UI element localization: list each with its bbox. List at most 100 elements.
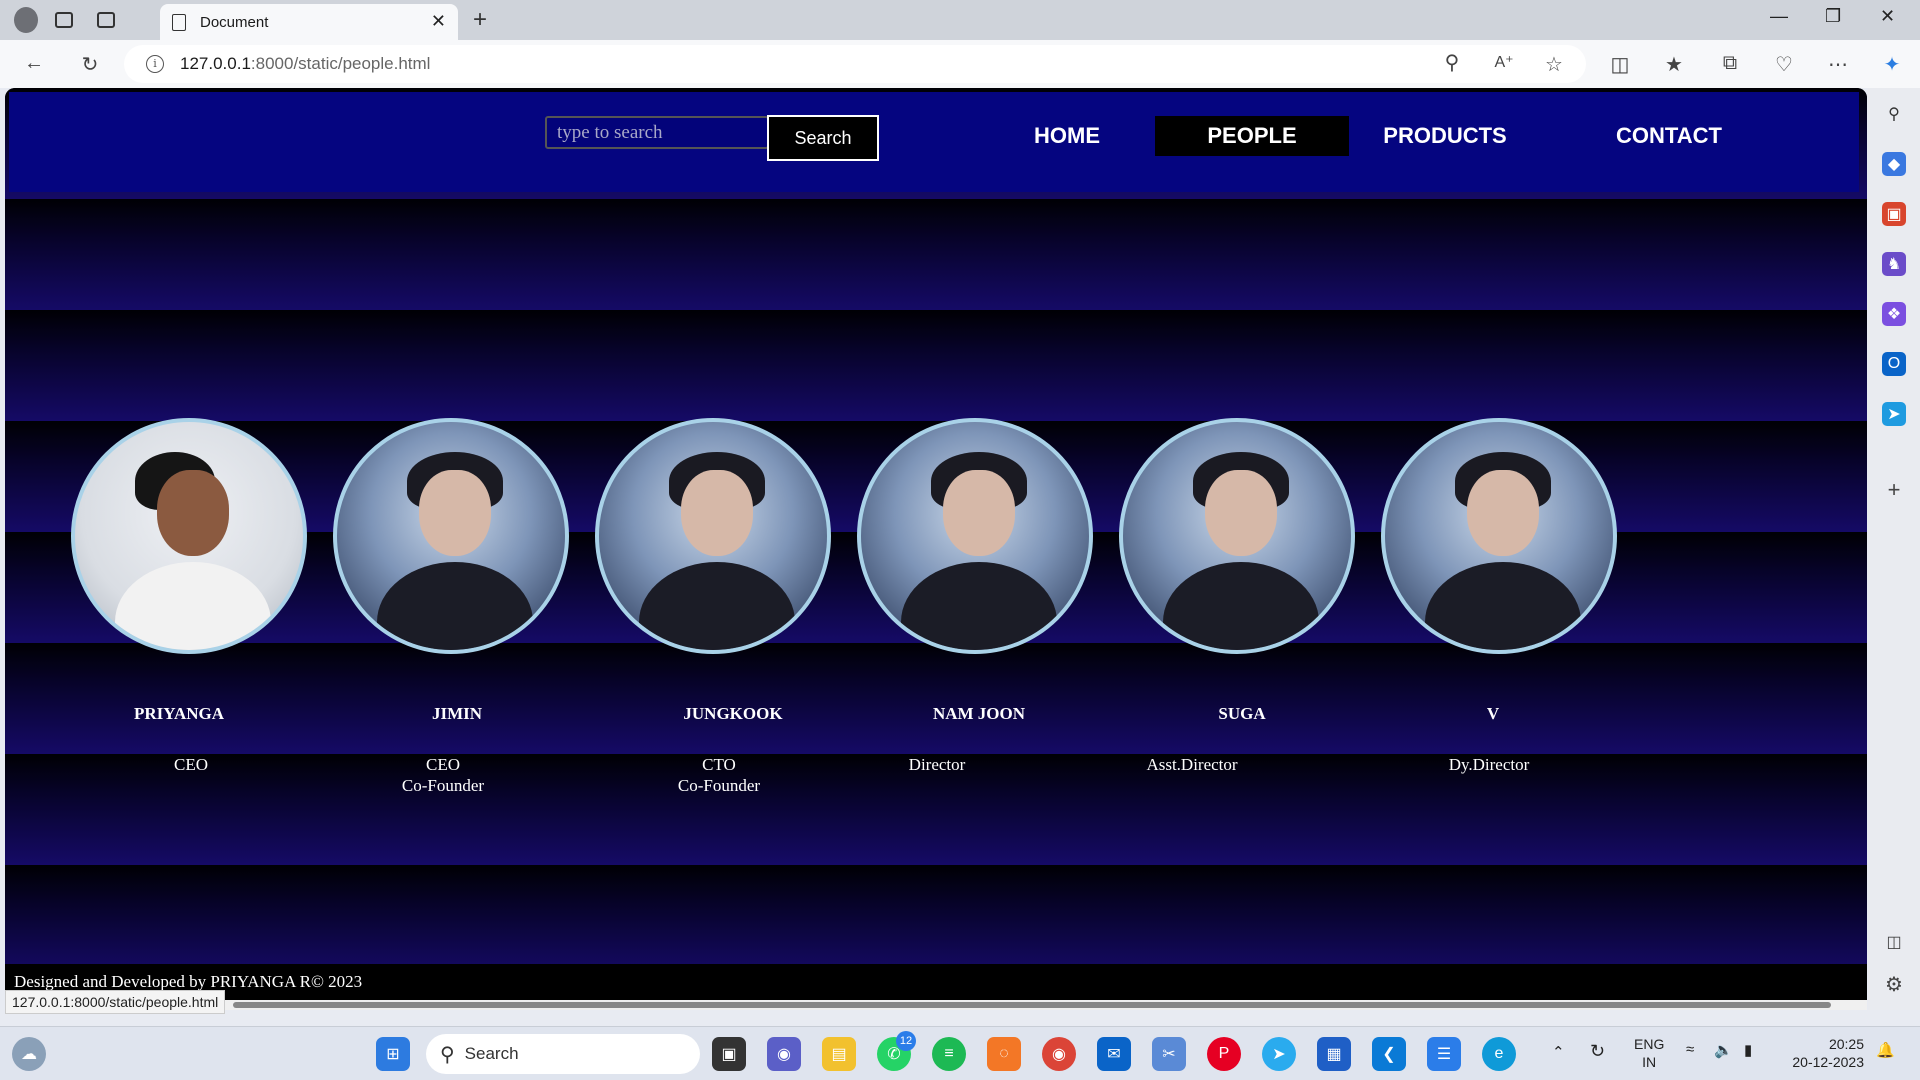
clock[interactable]: 20:25 20-12-2023 xyxy=(1784,1035,1864,1071)
person-card: JUNGKOOK CTO Co-Founder xyxy=(595,418,831,795)
close-window-icon[interactable]: ✕ xyxy=(1880,6,1895,27)
battery-icon[interactable]: ▮ xyxy=(1744,1041,1752,1059)
browser-sidebar: ⚲ ◆ ▣ ♞ ❖ O ➤ + ◫ ⚙ xyxy=(1868,88,1920,1010)
browser-tab[interactable]: Document ✕ xyxy=(160,4,458,40)
person-role: Director xyxy=(908,755,966,774)
person-role: CEO Co-Founder xyxy=(401,755,485,795)
status-url: 127.0.0.1:8000/static/people.html xyxy=(5,990,226,1014)
nav-people[interactable]: PEOPLE xyxy=(1155,116,1349,156)
address-toolbar: ← ↻ i 127.0.0.1 :8000/static/people.html… xyxy=(0,40,1920,88)
outlook-icon[interactable]: O xyxy=(1882,352,1906,376)
mail-icon[interactable]: ✉ xyxy=(1097,1037,1131,1071)
favorite-star-icon[interactable]: ☆ xyxy=(1542,52,1566,77)
tab-title: Document xyxy=(200,13,269,31)
edge-icon[interactable]: e xyxy=(1482,1037,1516,1071)
tools-icon[interactable]: ▣ xyxy=(1882,202,1906,226)
lang-bottom: IN xyxy=(1642,1054,1657,1070)
refresh-icon[interactable]: ↻ xyxy=(78,52,102,77)
person-role: CEO xyxy=(174,755,208,774)
person-photo xyxy=(1381,418,1617,654)
person-name: JUNGKOOK xyxy=(683,704,783,723)
minimize-icon[interactable]: — xyxy=(1770,6,1788,27)
store-icon[interactable]: ▦ xyxy=(1317,1037,1351,1071)
read-aloud-icon[interactable]: A⁺ xyxy=(1492,52,1516,72)
site-header: Search HOME PEOPLE PRODUCTS CONTACT xyxy=(9,92,1859,192)
search-icon[interactable]: ⚲ xyxy=(1882,102,1906,126)
person-role: CTO Co-Founder xyxy=(677,755,761,795)
page-background: Search HOME PEOPLE PRODUCTS CONTACT PRIY… xyxy=(5,88,1867,1010)
windows-taskbar: ☁ ⊞ ⚲ Search ▣ ◉ ▤ ✆ 12 ≡ ◌ ◉ ✉ ✂ P ➤ ▦ … xyxy=(0,1026,1920,1080)
new-tab-button[interactable]: + xyxy=(468,6,492,33)
workspaces-icon[interactable] xyxy=(52,8,76,32)
chrome-icon[interactable]: ◉ xyxy=(1042,1037,1076,1071)
games-icon[interactable]: ♞ xyxy=(1882,252,1906,276)
wifi-icon[interactable]: ≈ xyxy=(1686,1041,1694,1058)
person-card: V Dy.Director xyxy=(1381,418,1617,774)
person-card: PRIYANGA CEO xyxy=(71,418,307,774)
person-photo xyxy=(857,418,1093,654)
footer-text: Designed and Developed by PRIYANGA R© 20… xyxy=(14,972,363,991)
sync-icon[interactable]: ↻ xyxy=(1590,1041,1605,1062)
file-explorer-icon[interactable]: ▤ xyxy=(822,1037,856,1071)
restore-icon[interactable]: ❐ xyxy=(1825,6,1841,27)
page-viewport: Search HOME PEOPLE PRODUCTS CONTACT PRIY… xyxy=(5,88,1867,1010)
collections-icon[interactable]: ⧉ xyxy=(1718,52,1742,75)
hide-sidebar-icon[interactable]: ◫ xyxy=(1882,930,1906,954)
address-bar[interactable]: i 127.0.0.1 :8000/static/people.html xyxy=(124,45,1586,83)
notepad-icon[interactable]: ☰ xyxy=(1427,1037,1461,1071)
vscode-icon[interactable]: ❮ xyxy=(1372,1037,1406,1071)
clock-time: 20:25 xyxy=(1828,1036,1864,1052)
person-card: JIMIN CEO Co-Founder xyxy=(333,418,569,795)
microsoft365-icon[interactable]: ❖ xyxy=(1882,302,1906,326)
search-input[interactable] xyxy=(545,116,769,149)
person-photo xyxy=(1119,418,1355,654)
task-view-icon[interactable]: ▣ xyxy=(712,1037,746,1071)
person-name: SUGA xyxy=(1218,704,1266,723)
back-icon[interactable]: ← xyxy=(22,52,46,75)
teams-icon[interactable]: ◉ xyxy=(767,1037,801,1071)
volume-icon[interactable]: 🔈 xyxy=(1714,1041,1733,1059)
taskbar-search[interactable]: ⚲ Search xyxy=(426,1034,700,1074)
copilot-icon[interactable]: ✦ xyxy=(1880,52,1904,77)
url-path: :8000/static/people.html xyxy=(250,54,431,73)
zoom-icon[interactable]: ⚲ xyxy=(1440,50,1464,75)
notification-bell-icon[interactable]: 🔔 xyxy=(1876,1041,1895,1059)
split-screen-icon[interactable]: ◫ xyxy=(1608,52,1632,77)
clock-date: 20-12-2023 xyxy=(1792,1054,1864,1070)
url-host: 127.0.0.1 xyxy=(180,54,251,73)
show-hidden-icons[interactable]: ⌃ xyxy=(1552,1043,1565,1061)
drop-icon[interactable]: ➤ xyxy=(1882,402,1906,426)
add-sidebar-app-icon[interactable]: + xyxy=(1882,477,1906,502)
search-icon: ⚲ xyxy=(440,1043,455,1066)
pinterest-icon[interactable]: P xyxy=(1207,1037,1241,1071)
search-button[interactable]: Search xyxy=(767,115,879,161)
site-info-icon[interactable]: i xyxy=(146,55,164,73)
tab-actions-icon[interactable] xyxy=(94,8,118,32)
telegram-icon[interactable]: ➤ xyxy=(1262,1037,1296,1071)
document-icon xyxy=(172,13,186,31)
person-name: V xyxy=(1486,704,1500,723)
favorites-icon[interactable]: ★ xyxy=(1662,52,1686,77)
jupyter-icon[interactable]: ◌ xyxy=(987,1037,1021,1071)
close-tab-icon[interactable]: ✕ xyxy=(431,11,446,32)
sidebar-settings-icon[interactable]: ⚙ xyxy=(1882,972,1906,996)
person-name: PRIYANGA xyxy=(133,704,225,723)
weather-icon[interactable]: ☁ xyxy=(12,1037,46,1071)
person-card: SUGA Asst.Director xyxy=(1119,418,1355,774)
person-role: Dy.Director xyxy=(1448,755,1530,774)
lang-top: ENG xyxy=(1634,1036,1665,1052)
language-indicator[interactable]: ENG IN xyxy=(1634,1035,1664,1071)
start-icon[interactable]: ⊞ xyxy=(376,1037,410,1071)
browser-essentials-icon[interactable]: ♡ xyxy=(1772,52,1796,77)
shopping-tag-icon[interactable]: ◆ xyxy=(1882,152,1906,176)
nav-home[interactable]: HOME xyxy=(1001,116,1133,156)
person-photo xyxy=(595,418,831,654)
horizontal-scrollbar[interactable] xyxy=(5,1000,1867,1010)
more-options-icon[interactable]: ⋯ xyxy=(1826,52,1850,77)
spotify-icon[interactable]: ≡ xyxy=(932,1037,966,1071)
profile-icon[interactable] xyxy=(14,7,38,33)
nav-products[interactable]: PRODUCTS xyxy=(1363,116,1527,156)
nav-contact[interactable]: CONTACT xyxy=(1589,116,1749,156)
snipping-tool-icon[interactable]: ✂ xyxy=(1152,1037,1186,1071)
taskbar-search-label: Search xyxy=(464,1044,519,1063)
